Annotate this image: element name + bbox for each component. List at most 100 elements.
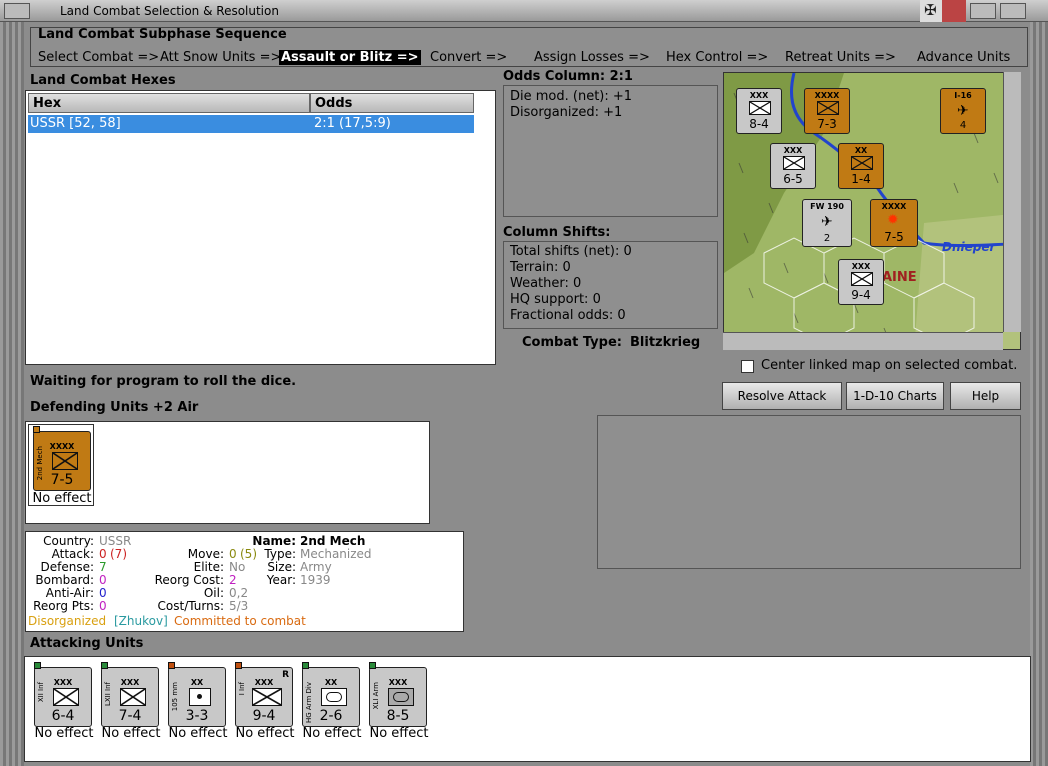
combat-explosion-icon: ✹ — [887, 212, 899, 228]
name-label: Name: — [252, 534, 296, 548]
shifts-box: Total shifts (net): 0 Terrain: 0 Weather… — [503, 241, 718, 329]
attacking-title: Attacking Units — [30, 636, 144, 651]
center-map-checkbox[interactable] — [741, 360, 754, 373]
unit-values-label: 7-4 — [118, 708, 142, 724]
shift-line: Terrain: 0 — [510, 260, 571, 275]
system-menu-button[interactable] — [4, 3, 30, 19]
sequence-title: Land Combat Subphase Sequence — [38, 27, 287, 42]
unit-pip-icon — [101, 662, 108, 669]
unit-size-label: XXX — [53, 678, 73, 687]
seq-hex-control: Hex Control => — [666, 50, 769, 65]
reorgpts-label: Reorg Pts: — [33, 599, 94, 613]
odds-column-header[interactable]: Odds — [310, 93, 474, 113]
unit-details-box: Country: USSR Attack: 0 (7) Defense: 7 B… — [25, 531, 464, 632]
attacking-unit-counter[interactable]: LXII Inf XXX 7-4 — [101, 662, 159, 727]
defending-unit-counter[interactable]: 2nd Mech XXXX 7-5 — [33, 426, 91, 491]
map-unit-size: XXXX — [881, 202, 907, 211]
minimize-button[interactable] — [970, 3, 996, 19]
attacking-unit-card[interactable]: XII Inf XXX 6-4 No effect — [30, 662, 98, 745]
map-unit[interactable]: XXX 6-5 — [770, 143, 816, 189]
country-label: Country: — [43, 534, 94, 548]
unit-effect-label: No effect — [168, 726, 228, 741]
unit-size-label: XXX — [254, 678, 274, 687]
unit-size-label: XX — [324, 678, 338, 687]
country-value: USSR — [99, 534, 132, 548]
type-value: Mechanized — [300, 547, 372, 561]
map-unit[interactable]: XXXX ✹ 7-5 — [870, 199, 918, 247]
help-button[interactable]: Help — [950, 382, 1021, 410]
unit-effect-label: No effect — [235, 726, 295, 741]
shift-line: Total shifts (net): 0 — [510, 244, 632, 259]
armor-symbol-icon — [52, 452, 78, 470]
bombard-label: Bombard: — [35, 573, 94, 587]
center-map-label: Center linked map on selected combat. — [761, 358, 1018, 373]
map-unit[interactable]: XXX 9-4 — [838, 259, 884, 305]
odds-box: Die mod. (net): +1 Disorganized: +1 — [503, 85, 718, 217]
seq-assign-losses: Assign Losses => — [534, 50, 650, 65]
attacking-unit-counter[interactable]: XII Inf XXX 6-4 — [34, 662, 92, 727]
map-unit[interactable]: I-16 ✈ 4 — [940, 88, 986, 134]
defense-label: Defense: — [40, 560, 94, 574]
defending-units-box: 2nd Mech XXXX 7-5 No effect — [25, 421, 430, 524]
attacking-unit-counter[interactable]: 105 mm XX 3-3 — [168, 662, 226, 727]
map-unit-values: 7-3 — [817, 117, 837, 131]
combat-type-value: Blitzkrieg — [630, 335, 701, 350]
map-unit[interactable]: FW 190 ✈ 2 — [802, 199, 852, 247]
armor-oval-icon — [326, 692, 342, 702]
map-unit[interactable]: XXXX 7-3 — [804, 88, 850, 134]
attacking-unit-counter[interactable]: XLI Arm XXX 8-5 — [369, 662, 427, 727]
resolve-attack-button[interactable]: Resolve Attack — [722, 382, 842, 410]
aircraft-icon: ✈ — [957, 103, 969, 119]
attacking-unit-card[interactable]: XLI Arm XXX 8-5 No effect — [365, 662, 433, 745]
defending-title: Defending Units +2 Air — [30, 400, 199, 415]
attacking-unit-counter[interactable]: RI Inf XXX 9-4 — [235, 662, 293, 727]
map-unit-size: I-16 — [954, 91, 972, 100]
infantry-symbol-icon — [749, 101, 771, 115]
unit-effect-label: No effect — [32, 491, 92, 506]
year-value: 1939 — [300, 573, 331, 587]
map-unit-values: 6-5 — [783, 172, 803, 186]
attacking-unit-card[interactable]: RI Inf XXX 9-4 No effect — [231, 662, 299, 745]
attack-label: Attack: — [51, 547, 94, 561]
map-unit[interactable]: XXX 8-4 — [736, 88, 782, 134]
charts-button[interactable]: 1-D-10 Charts — [846, 382, 944, 410]
attacking-unit-card[interactable]: LXII Inf XXX 7-4 No effect — [97, 662, 165, 745]
close-button[interactable] — [1000, 3, 1026, 19]
attacking-unit-card[interactable]: 105 mm XX 3-3 No effect — [164, 662, 232, 745]
name-value: 2nd Mech — [300, 534, 366, 548]
armor-oval-icon — [393, 692, 409, 702]
help-label: Help — [971, 389, 1000, 403]
odds-line: Disorganized: +1 — [510, 105, 623, 120]
window-frame-right — [1030, 22, 1048, 766]
odds-line: Die mod. (net): +1 — [510, 89, 633, 104]
result-area — [597, 415, 1021, 569]
type-label: Type: — [264, 547, 296, 561]
attacking-unit-counter[interactable]: HG Arm Div XX 2-6 — [302, 662, 360, 727]
map-river-label: Dnieper — [942, 240, 996, 254]
unit-pip-icon — [369, 662, 376, 669]
hexes-title: Land Combat Hexes — [30, 73, 176, 88]
attacking-unit-card[interactable]: HG Arm Div XX 2-6 No effect — [298, 662, 366, 745]
map-unit[interactable]: XX 1-4 — [838, 143, 884, 189]
shift-line: Fractional odds: 0 — [510, 308, 626, 323]
map-unit-values: 4 — [959, 120, 967, 131]
status-leader: [Zhukov] — [114, 614, 168, 628]
map-horizontal-scrollbar[interactable] — [723, 332, 1003, 350]
odds-title: Odds Column: 2:1 — [503, 69, 633, 84]
costturns-value: 5/3 — [229, 599, 249, 613]
german-flag-icon — [920, 0, 966, 22]
infantry-symbol-icon — [817, 101, 839, 115]
linked-map[interactable]: Dnieper AINE XXX 8-4 XXXX 7-3 I-16 ✈ 4 XXX 6-… — [723, 72, 1021, 350]
infantry-symbol-icon — [851, 272, 873, 286]
defending-unit-card[interactable]: 2nd Mech XXXX 7-5 No effect — [28, 424, 94, 506]
unit-size-label: XXXX — [49, 442, 75, 451]
hex-column-header[interactable]: Hex — [28, 93, 310, 113]
table-row[interactable]: USSR [52, 58] 2:1 (17,5:9) — [28, 115, 474, 133]
map-unit-values: 7-5 — [884, 230, 904, 244]
infantry-symbol-icon — [53, 688, 79, 706]
map-unit-size: XXXX — [814, 91, 840, 100]
map-vertical-scrollbar[interactable] — [1003, 72, 1021, 332]
oil-label: Oil: — [203, 586, 224, 600]
unit-values-label: 3-3 — [185, 708, 209, 724]
status-message: Waiting for program to roll the dice. — [30, 374, 297, 389]
